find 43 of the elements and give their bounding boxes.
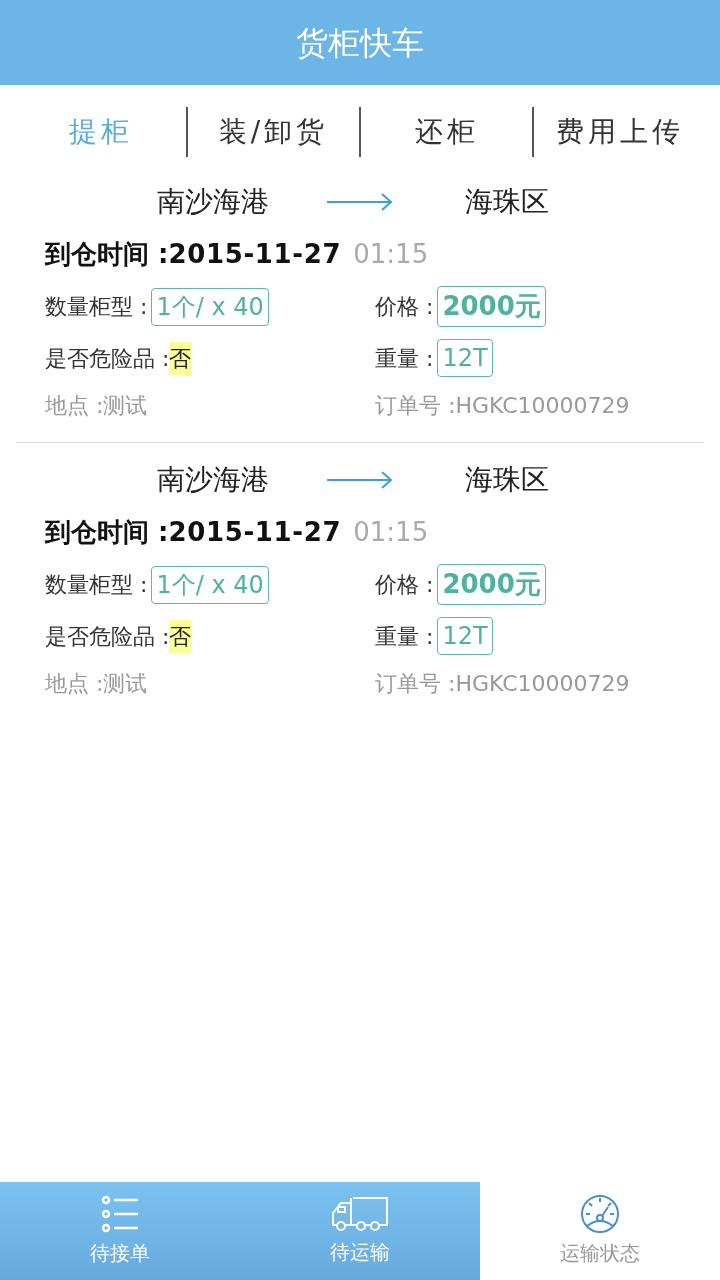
nav-tab[interactable]: 待接单 bbox=[0, 1182, 240, 1280]
weight-label: 重量 : bbox=[375, 622, 434, 651]
weight-value: 12T bbox=[437, 617, 493, 655]
arrow-icon bbox=[327, 192, 393, 212]
dangerous-goods-label: 是否危险品 : bbox=[45, 344, 170, 373]
weight-label: 重量 : bbox=[375, 344, 434, 373]
price-value: 2000元 bbox=[437, 564, 546, 605]
tab[interactable]: 费用上传 bbox=[555, 111, 684, 153]
truck-icon bbox=[331, 1195, 389, 1233]
quantity-value: 1个/ x 40 bbox=[151, 287, 269, 326]
price-label: 价格 : bbox=[375, 293, 434, 321]
quantity-value: 1个/ x 40 bbox=[151, 565, 269, 604]
arrival-time: 01:15 bbox=[353, 516, 429, 549]
origin: 南沙海港 bbox=[156, 184, 270, 220]
price-value: 2000元 bbox=[437, 286, 546, 327]
dangerous-goods-value: 否 bbox=[169, 341, 192, 375]
arrival-label: 到仓时间 : bbox=[45, 238, 169, 271]
arrival-date: 2015-11-27 bbox=[168, 238, 342, 271]
arrival-date: 2015-11-27 bbox=[168, 516, 342, 549]
gauge-icon bbox=[580, 1194, 620, 1234]
arrival-label: 到仓时间 : bbox=[45, 516, 169, 549]
tab[interactable]: 装/卸货 bbox=[218, 111, 329, 153]
location-text: 地点 :测试 bbox=[45, 392, 149, 420]
nav-tab[interactable]: 运输状态 bbox=[480, 1182, 720, 1280]
order-number: 订单号 :HGKC10000729 bbox=[375, 670, 631, 698]
tab[interactable]: 还柜 bbox=[414, 111, 479, 153]
destination: 海珠区 bbox=[464, 462, 550, 498]
nav-tab[interactable]: 待运输 bbox=[240, 1182, 480, 1280]
arrival-time: 01:15 bbox=[353, 238, 429, 271]
order-number: 订单号 :HGKC10000729 bbox=[375, 392, 631, 420]
dangerous-goods-value: 否 bbox=[169, 619, 192, 653]
location-text: 地点 :测试 bbox=[45, 670, 149, 698]
quantity-label: 数量柜型 : bbox=[45, 571, 148, 599]
destination: 海珠区 bbox=[464, 184, 550, 220]
quantity-label: 数量柜型 : bbox=[45, 293, 148, 321]
origin: 南沙海港 bbox=[156, 462, 270, 498]
dangerous-goods-label: 是否危险品 : bbox=[45, 622, 170, 651]
tab[interactable]: 提柜 bbox=[68, 111, 133, 153]
app-title: 货柜快车 bbox=[296, 22, 424, 64]
weight-value: 12T bbox=[437, 339, 493, 377]
list-icon bbox=[100, 1194, 140, 1234]
arrow-icon bbox=[327, 470, 393, 490]
price-label: 价格 : bbox=[375, 571, 434, 599]
